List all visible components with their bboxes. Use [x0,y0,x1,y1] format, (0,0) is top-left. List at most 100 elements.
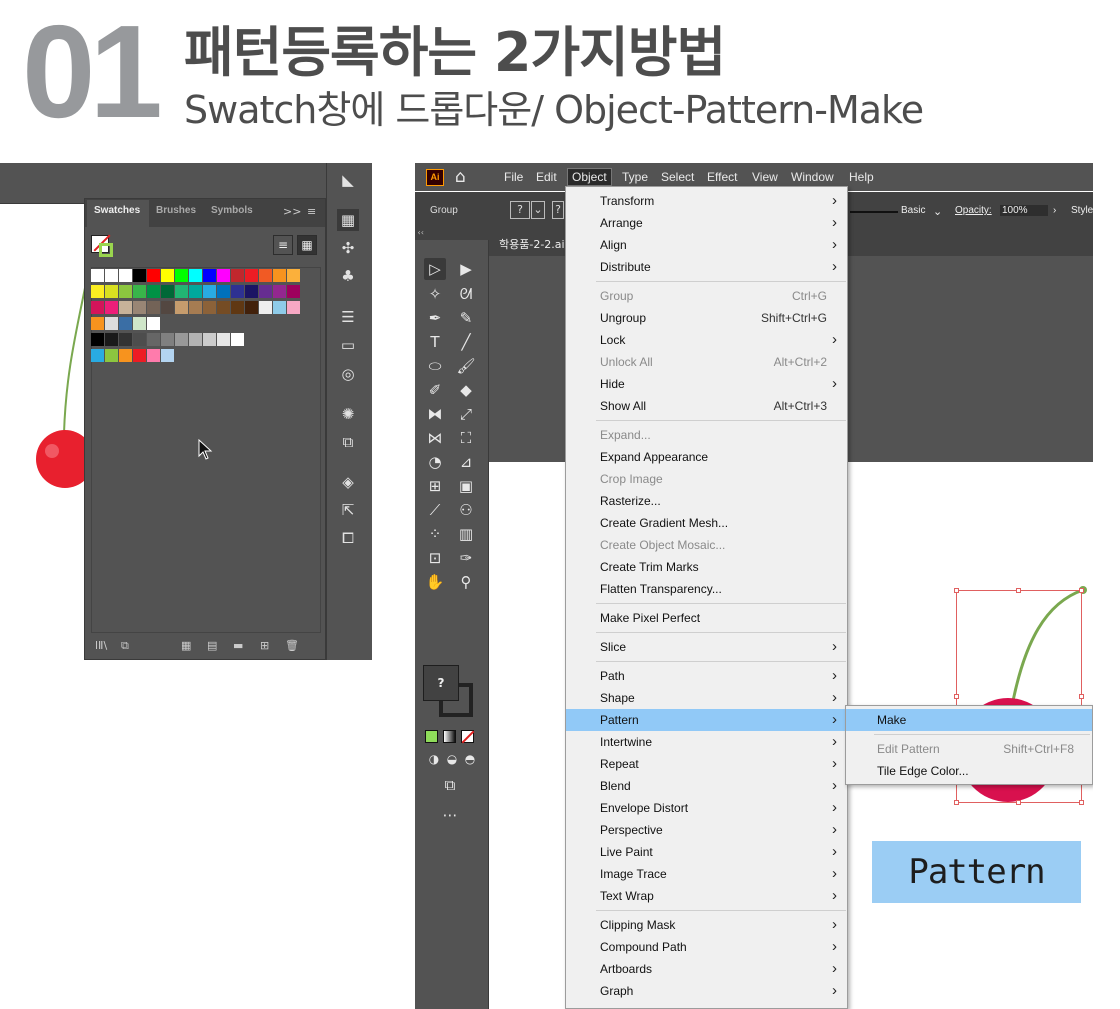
selection-tool-icon[interactable]: ▷ [424,258,446,280]
hand-tool-icon[interactable]: ✋ [424,571,446,593]
symbols-dock-icon[interactable]: ♣ [337,265,359,287]
swatch-libraries-icon[interactable]: lⅡ\ [95,639,107,652]
fill-dropdown-icon[interactable]: ⌄ [531,201,545,219]
swatches-dock-icon[interactable]: ▦ [337,209,359,231]
gradient-mode-icon[interactable] [443,730,456,743]
none-mode-icon[interactable] [461,730,475,744]
screen-mode-icon[interactable]: ⧉ [439,774,461,796]
swatch-cell[interactable] [119,349,132,362]
free-transform-tool-icon[interactable]: ⛶ [455,427,477,449]
menu-item-repeat[interactable]: Repeat › [566,753,847,775]
swatch-cell[interactable] [245,269,258,282]
swatch-cell[interactable] [105,301,118,314]
swatch-cell[interactable] [189,333,202,346]
menu-item-live-paint[interactable]: Live Paint › [566,841,847,863]
reflect-tool-icon[interactable]: ⧓ [424,403,446,425]
bbox-handle[interactable] [954,694,959,699]
symbol-sprayer-tool-icon[interactable]: ⁘ [424,523,446,545]
delete-swatch-icon[interactable]: 🗑 [285,639,299,652]
thumbnail-view-icon[interactable]: ▦ [297,235,317,255]
swatch-cell[interactable] [91,317,104,330]
perspective-grid-tool-icon[interactable]: ⊿ [455,451,477,473]
swatch-cell[interactable] [119,269,132,282]
menu-edit[interactable]: Edit [536,170,557,184]
swatch-cell[interactable] [203,269,216,282]
brushes-dock-icon[interactable]: ✣ [337,237,359,259]
new-swatch-icon[interactable]: ⊞ [260,639,269,652]
fill-unknown-icon[interactable]: ? [510,201,530,219]
gradient-tool-icon[interactable]: ▣ [455,475,477,497]
swatch-cell[interactable] [189,269,202,282]
swatch-cell[interactable] [175,333,188,346]
menu-item-make-pixel-perfect[interactable]: Make Pixel Perfect [566,607,847,629]
document-tab[interactable]: 학용품-2-2.ai [499,236,565,252]
swatch-cell[interactable] [133,349,146,362]
stroke-unknown-icon[interactable]: ? [552,201,564,219]
swatch-cell[interactable] [119,285,132,298]
place-swatch-icon[interactable]: ⧉ [121,639,129,653]
swatch-cell[interactable] [105,317,118,330]
swatch-cell[interactable] [175,301,188,314]
edit-toolbar-icon[interactable]: ⋯ [439,804,461,826]
swatch-cell[interactable] [105,285,118,298]
menu-item-transform[interactable]: Transform › [566,190,847,212]
swatch-cell[interactable] [91,269,104,282]
swatch-cell[interactable] [259,269,272,282]
menu-item-arrange[interactable]: Arrange › [566,212,847,234]
menu-object[interactable]: Object [567,168,612,186]
collapse-panel-button[interactable]: >> [283,205,301,218]
swatch-cell[interactable] [231,301,244,314]
list-view-icon[interactable]: ≡ [273,235,293,255]
menu-item-intertwine[interactable]: Intertwine › [566,731,847,753]
swatch-cell[interactable] [175,285,188,298]
stroke-style-value[interactable]: Basic [901,205,925,216]
gradient-dock-icon[interactable]: ▭ [337,334,359,356]
pen-tool-icon[interactable]: ✒ [424,307,446,329]
line-tool-icon[interactable]: ╱ [455,331,477,353]
swatch-cell[interactable] [287,285,300,298]
menu-effect[interactable]: Effect [707,170,737,184]
menu-item-hide[interactable]: Hide › [566,373,847,395]
swatch-cell[interactable] [273,269,286,282]
swatch-cell[interactable] [203,301,216,314]
magic-wand-tool-icon[interactable]: ✧ [424,283,446,305]
menu-item-ungroup[interactable]: Ungroup Shift+Ctrl+G [566,307,847,329]
menu-file[interactable]: File [504,170,523,184]
menu-item-graph[interactable]: Graph › [566,980,847,1002]
opacity-label[interactable]: Opacity: [955,205,992,216]
menu-item-shape[interactable]: Shape › [566,687,847,709]
stroke-style-dropdown-icon[interactable]: ⌄ [933,205,942,218]
graphic-styles-dock-icon[interactable]: ⧉ [337,431,359,453]
menu-item-create-gradient-mesh[interactable]: Create Gradient Mesh... [566,512,847,534]
menu-item-blend[interactable]: Blend › [566,775,847,797]
swatch-cell[interactable] [245,301,258,314]
swatch-cell[interactable] [217,269,230,282]
swatch-cell[interactable] [147,301,160,314]
swatch-cell[interactable] [161,349,174,362]
bbox-handle[interactable] [1016,800,1021,805]
artboard-tool-icon[interactable]: ⊡ [424,547,446,569]
transparency-dock-icon[interactable]: ◎ [337,363,359,385]
swatch-cell[interactable] [91,285,104,298]
menu-item-rasterize[interactable]: Rasterize... [566,490,847,512]
submenu-item-tile-edge-color[interactable]: Tile Edge Color... [846,760,1092,782]
swatch-cell[interactable] [231,333,244,346]
draw-inside-icon[interactable]: ◓ [459,748,481,770]
swatch-cell[interactable] [91,333,104,346]
lasso-tool-icon[interactable]: ᘛ [455,283,477,305]
new-color-group-icon[interactable]: ▬ [233,639,243,652]
bbox-handle[interactable] [1016,588,1021,593]
swatch-cell[interactable] [133,317,146,330]
menu-item-compound-path[interactable]: Compound Path › [566,936,847,958]
bbox-handle[interactable] [1079,588,1084,593]
swatch-cell[interactable] [161,301,174,314]
swatch-cell[interactable] [273,285,286,298]
appearance-dock-icon[interactable]: ✺ [337,403,359,425]
swatch-cell[interactable] [147,349,160,362]
swatch-cell[interactable] [161,333,174,346]
artboards-dock-icon[interactable]: ⧠ [337,527,359,549]
swatch-cell[interactable] [119,301,132,314]
swatch-cell[interactable] [147,333,160,346]
width-tool-icon[interactable]: ⋈ [424,427,446,449]
swatch-kinds-icon[interactable]: ▦ [181,639,191,652]
